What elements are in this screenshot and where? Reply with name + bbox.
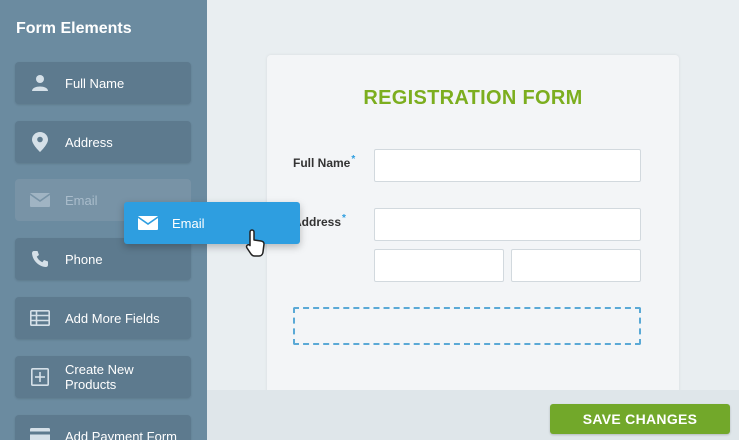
person-icon <box>15 62 65 104</box>
address-zip-input[interactable] <box>511 249 641 282</box>
card-icon <box>15 415 65 440</box>
address-label: Address* <box>293 213 346 229</box>
form-title: REGISTRATION FORM <box>363 87 583 109</box>
required-asterisk: * <box>342 213 346 224</box>
sidebar-item-label: Address <box>65 134 113 150</box>
sidebar-item-label: Create New Products <box>65 362 134 392</box>
registration-form-card: REGISTRATION FORM Full Name* Address* <box>267 55 679 400</box>
sidebar-title: Form Elements <box>16 20 132 37</box>
address-line-1-input[interactable] <box>374 208 641 241</box>
fields-icon <box>15 297 65 339</box>
address-city-input[interactable] <box>374 249 504 282</box>
sidebar-item-label: Full Name <box>65 75 125 91</box>
full-name-label: Full Name* <box>293 154 356 170</box>
sidebar-item-label: Phone <box>65 251 103 267</box>
sidebar-item-add-payment-form[interactable]: Add Payment Form <box>15 415 191 440</box>
sidebar-item-address[interactable]: Address <box>15 121 191 163</box>
save-changes-button[interactable]: SAVE CHANGES <box>550 404 730 434</box>
dragged-email-element[interactable]: Email <box>124 202 300 244</box>
required-asterisk: * <box>351 154 356 165</box>
plus-square-icon <box>15 356 65 398</box>
sidebar-item-label: Email <box>65 192 98 208</box>
phone-icon <box>15 238 65 280</box>
dragged-element-label: Email <box>172 215 205 231</box>
sidebar-item-create-new-products[interactable]: Create New Products <box>15 356 191 398</box>
sidebar-item-label: Add More Fields <box>65 310 160 326</box>
sidebar-item-phone[interactable]: Phone <box>15 238 191 280</box>
envelope-icon <box>15 179 65 221</box>
map-pin-icon <box>15 121 65 163</box>
sidebar-item-full-name[interactable]: Full Name <box>15 62 191 104</box>
pointer-cursor-icon <box>245 229 267 264</box>
sidebar-item-label: Add Payment Form <box>65 428 177 440</box>
drop-zone[interactable] <box>293 307 641 345</box>
envelope-icon <box>124 202 172 244</box>
sidebar-item-add-more-fields[interactable]: Add More Fields <box>15 297 191 339</box>
full-name-input[interactable] <box>374 149 641 182</box>
